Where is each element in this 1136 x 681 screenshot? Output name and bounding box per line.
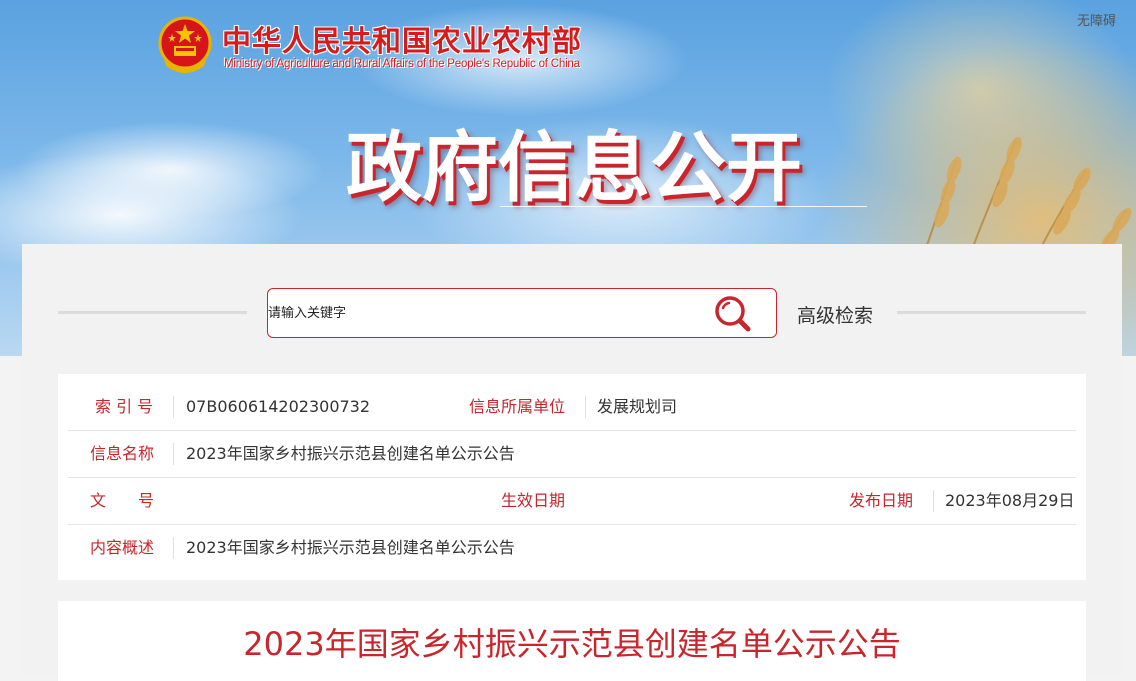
separator [585, 396, 586, 418]
separator [933, 490, 934, 512]
search-icon[interactable] [714, 295, 752, 333]
publish-label: 发布日期 [849, 491, 914, 510]
info-row-index: 索 引 号 07B060614202300732 信息所属单位 发展规划司 [68, 384, 1076, 431]
accessibility-link[interactable]: 无障碍 [1077, 10, 1116, 29]
search-box [267, 288, 777, 338]
separator [173, 537, 174, 559]
index-value: 07B060614202300732 [186, 397, 371, 416]
name-label: 信息名称 [90, 444, 155, 463]
article-card: 2023年国家乡村振兴示范县创建名单公示公告 [58, 601, 1086, 681]
ministry-name-en[interactable]: Ministry of Agriculture and Rural Affair… [224, 58, 580, 70]
unit-label: 信息所属单位 [469, 397, 566, 416]
page-title: 政府信息公开 [346, 123, 802, 212]
separator [173, 396, 174, 418]
advanced-search-link[interactable]: 高级检索 [797, 301, 873, 328]
info-row-name: 信息名称 2023年国家乡村振兴示范县创建名单公示公告 [68, 431, 1076, 478]
name-value: 2023年国家乡村振兴示范县创建名单公示公告 [186, 444, 515, 463]
docno-label: 文 号 [90, 491, 155, 510]
ministry-name-cn[interactable]: 中华人民共和国农业农村部 [222, 18, 582, 60]
effective-label: 生效日期 [501, 491, 566, 510]
divider-left [58, 311, 247, 314]
divider-right [897, 311, 1086, 314]
summary-label: 内容概述 [90, 538, 155, 557]
search-input[interactable] [268, 289, 708, 337]
article-title: 2023年国家乡村振兴示范县创建名单公示公告 [243, 625, 901, 663]
search-row: 高级检索 [22, 244, 1122, 374]
separator [173, 443, 174, 465]
title-underline [500, 206, 867, 207]
national-emblem-icon [158, 16, 212, 73]
info-row-summary: 内容概述 2023年国家乡村振兴示范县创建名单公示公告 [68, 525, 1076, 571]
info-row-docno: 文 号 生效日期 发布日期 2023年08月29日 [68, 478, 1076, 525]
info-table: 索 引 号 07B060614202300732 信息所属单位 发展规划司 信息… [58, 374, 1086, 580]
index-label: 索 引 号 [95, 397, 154, 416]
unit-value: 发展规划司 [597, 397, 678, 416]
publish-value: 2023年08月29日 [945, 491, 1075, 510]
main-panel: 高级检索 索 引 号 07B060614202300732 信息所属单位 发展规… [22, 244, 1122, 681]
summary-value: 2023年国家乡村振兴示范县创建名单公示公告 [186, 538, 515, 557]
